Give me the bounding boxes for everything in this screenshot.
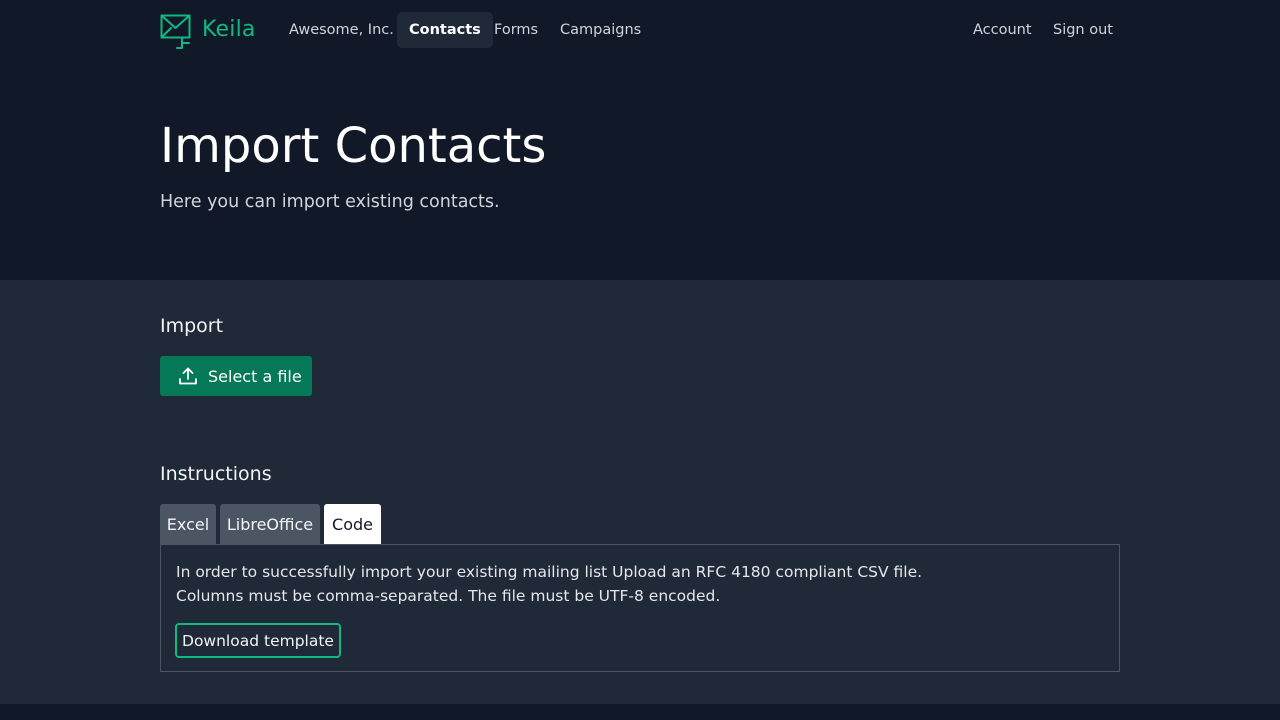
- instructions-panel: In order to successfully import your exi…: [160, 544, 1120, 672]
- tab-libreoffice[interactable]: LibreOffice: [220, 504, 320, 544]
- nav-item-contacts[interactable]: Contacts: [397, 12, 493, 48]
- instructions-heading: Instructions: [160, 463, 272, 485]
- page-header: Import Contacts Here you can import exis…: [0, 62, 1280, 280]
- envelope-icon: [160, 14, 191, 49]
- nav-item-project[interactable]: Awesome, Inc.: [277, 12, 406, 48]
- instructions-text-line-2: Columns must be comma-separated. The fil…: [176, 587, 721, 605]
- upload-icon: [179, 367, 197, 385]
- page-title: Import Contacts: [160, 118, 547, 174]
- nav-item-campaigns[interactable]: Campaigns: [548, 12, 653, 48]
- top-navigation-bar: Keila Awesome, Inc. Contacts Forms Campa…: [0, 0, 1280, 62]
- brand-logo[interactable]: Keila: [160, 12, 256, 52]
- nav-item-account[interactable]: Account: [961, 12, 1044, 48]
- tab-code[interactable]: Code: [324, 504, 381, 544]
- brand-name: Keila: [202, 16, 256, 42]
- select-file-button[interactable]: Select a file: [160, 356, 312, 396]
- nav-item-forms[interactable]: Forms: [482, 12, 550, 48]
- instructions-text-line-1: In order to successfully import your exi…: [176, 563, 923, 581]
- download-template-button[interactable]: Download template: [175, 623, 341, 658]
- main-content: Import Select a file Instructions Excel …: [0, 280, 1280, 704]
- tab-excel[interactable]: Excel: [160, 504, 216, 544]
- nav-item-sign-out[interactable]: Sign out: [1041, 12, 1125, 48]
- import-heading: Import: [160, 315, 224, 337]
- page-subtitle: Here you can import existing contacts.: [160, 192, 500, 212]
- select-file-label: Select a file: [208, 366, 302, 386]
- page-footer: [0, 704, 1280, 720]
